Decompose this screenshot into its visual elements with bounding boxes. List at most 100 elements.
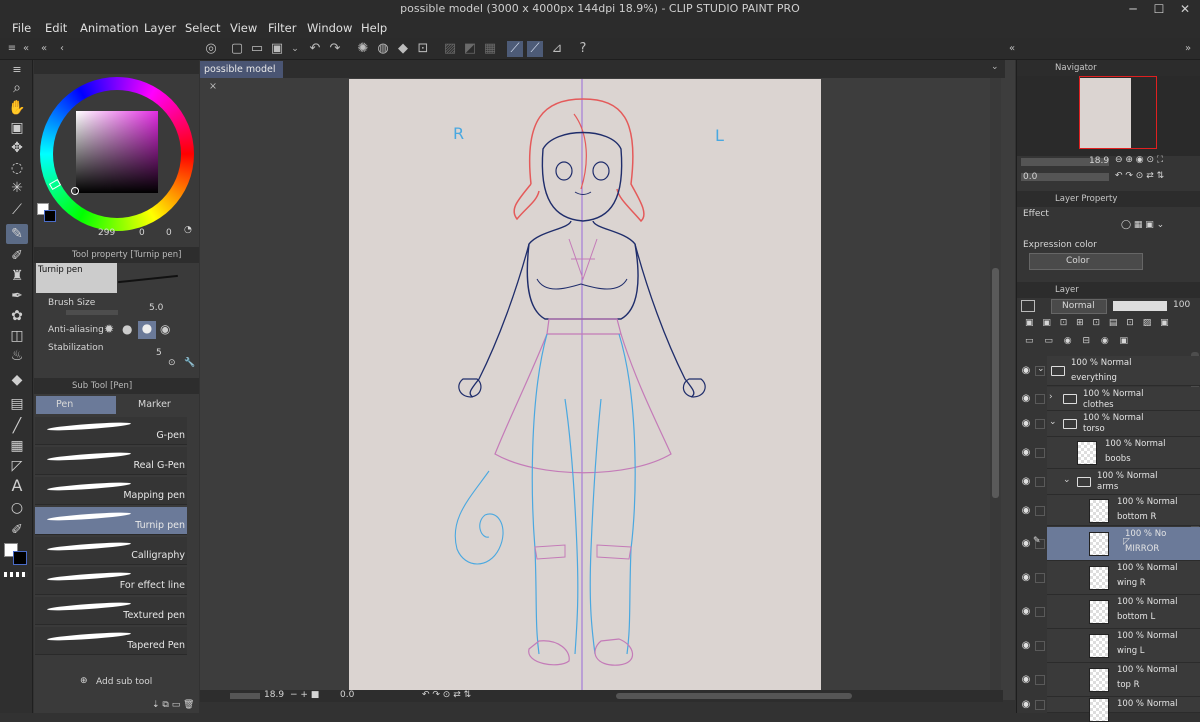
settings-icon[interactable]: ⊙ — [168, 358, 176, 368]
color-mode-icon[interactable]: ◔ — [184, 225, 192, 235]
menu-layer[interactable]: Layer — [144, 18, 176, 38]
chevron-down-icon[interactable]: ⌄ — [1037, 364, 1045, 374]
sub-tool-item[interactable]: For effect line — [35, 567, 187, 595]
eye-icon[interactable]: ◉ — [1019, 418, 1033, 429]
layer-row[interactable]: ◉ ⌄ 100 % Normal arms — [1022, 469, 1200, 495]
angle-value[interactable]: 0.0 — [340, 690, 354, 700]
collapse-right-icon-2[interactable]: » — [1180, 41, 1196, 57]
text-tool-icon[interactable]: A — [6, 476, 28, 496]
eyedropper-icon[interactable]: ⟋ — [6, 200, 28, 220]
canvas-paper[interactable]: R L — [349, 79, 821, 690]
layer-row[interactable]: ◉ 100 % Normal bottom R — [1022, 495, 1200, 526]
layer-row[interactable]: ◉ 100 % Normal bottom L — [1022, 595, 1200, 629]
menu-view[interactable]: View — [230, 18, 257, 38]
aa-weak-icon[interactable]: ● — [122, 322, 132, 336]
move-layer-icon[interactable]: ✥ — [6, 138, 28, 158]
figure-tool-icon[interactable]: ╱ — [6, 416, 28, 436]
layer-row[interactable]: ◉ 100 % Normal — [1022, 697, 1200, 722]
menu-animation[interactable]: Animation — [80, 18, 139, 38]
lock-toggle[interactable] — [1035, 394, 1045, 404]
eye-icon[interactable]: ◉ — [1019, 538, 1033, 549]
zoom-controls-icon[interactable]: − + ■ — [290, 690, 319, 700]
menu-help[interactable]: Help — [361, 18, 387, 38]
selection-icon[interactable]: ▦ — [482, 41, 498, 57]
add-sub-tool-label[interactable]: Add sub tool — [96, 677, 152, 687]
layer-row[interactable]: ◉ 100 % Normal boobs — [1022, 437, 1200, 469]
fill-tool-icon[interactable]: ◆ — [6, 370, 28, 390]
eraser-tool-icon[interactable]: ◫ — [6, 326, 28, 346]
maximize-icon[interactable]: ☐ — [1146, 0, 1172, 18]
layer-row[interactable]: ◉ 100 % Normal wing R — [1022, 561, 1200, 595]
chevron-left-icon[interactable]: ‹ — [54, 41, 70, 57]
ruler-tool-icon[interactable]: ◸ — [6, 456, 28, 476]
menu-filter[interactable]: Filter — [268, 18, 296, 38]
brush-tool-icon[interactable]: ♜ — [6, 266, 28, 286]
clear-icon[interactable]: ◍ — [375, 41, 391, 57]
chevron-right-icon[interactable]: › — [1049, 392, 1053, 402]
blend-tool-icon[interactable]: ♨ — [6, 346, 28, 366]
lock-toggle[interactable] — [1035, 505, 1045, 516]
transform-icon[interactable]: ⊡ — [415, 41, 431, 57]
sub-color-mini[interactable] — [44, 210, 56, 222]
pencil-tool-icon[interactable]: ✐ — [6, 246, 28, 266]
lock-toggle[interactable] — [1035, 675, 1045, 685]
eye-icon[interactable]: ◉ — [1019, 476, 1033, 487]
eye-icon[interactable]: ◉ — [1019, 365, 1033, 376]
crop-icon[interactable]: ◩ — [462, 41, 478, 57]
operation-tool-icon[interactable]: ▣ — [6, 118, 28, 138]
layer-toolbar-icons-2[interactable]: ▭ ▭ ◉ ⊟ ◉ ▣ — [1025, 336, 1132, 346]
help-icon[interactable]: ? — [575, 41, 591, 57]
navigator-zoom-value[interactable]: 18.9 — [1089, 156, 1109, 166]
document-tab-close[interactable]: × — [209, 81, 217, 92]
layer-row[interactable]: ◉ ⌄ 100 % Normal everything — [1022, 356, 1200, 386]
opacity-value[interactable]: 100 — [1173, 300, 1190, 310]
collapse-right-icon[interactable]: « — [1004, 41, 1020, 57]
eye-icon[interactable]: ◉ — [1019, 572, 1033, 583]
sub-tool-item[interactable]: Turnip pen — [35, 507, 187, 535]
tool-menu-icon[interactable]: ≡ — [6, 60, 28, 80]
fill-icon[interactable]: ◆ — [395, 41, 411, 57]
layer-toolbar-icons[interactable]: ▣ ▣ ⊡ ⊞ ⊡ ▤ ⊡ ▨ ▣ — [1025, 318, 1172, 328]
sub-color-swatch[interactable] — [13, 551, 27, 565]
aa-medium-icon[interactable]: ● — [138, 321, 156, 339]
navigator-rotate-icons[interactable]: ↶ ↷ ⊙ ⇄ ⇅ — [1115, 171, 1164, 181]
sub-tool-item[interactable]: Calligraphy — [35, 537, 187, 565]
lock-toggle[interactable] — [1035, 607, 1045, 617]
lasso-icon[interactable]: ◌ — [6, 158, 28, 178]
brush-size-slider[interactable] — [66, 310, 118, 315]
save-icon[interactable]: ▣ — [269, 41, 285, 57]
lock-toggle[interactable] — [1035, 700, 1045, 710]
redo-icon[interactable]: ↷ — [327, 41, 343, 57]
tab-dropdown-icon[interactable]: ⌄ — [991, 62, 999, 72]
eye-icon[interactable]: ◉ — [1019, 699, 1033, 710]
aa-strong-icon[interactable]: ◉ — [160, 322, 170, 336]
transparent-color-icon[interactable] — [4, 572, 28, 577]
sub-tool-footer-icons[interactable]: ⇣ ⧉ ▭ 🗑 — [152, 700, 194, 710]
color-picker-handle[interactable] — [71, 187, 79, 195]
menu-window[interactable]: Window — [307, 18, 352, 38]
pen-tool-icon[interactable]: ✎ — [6, 224, 28, 244]
eye-icon[interactable]: ◉ — [1019, 393, 1033, 404]
sub-tool-tab-marker[interactable]: Marker — [118, 396, 198, 414]
sub-tool-item[interactable]: Real G-Pen — [35, 447, 187, 475]
anti-aliasing-options[interactable]: ✹ ● ● ◉ — [104, 321, 184, 339]
open-file-icon[interactable]: ▭ — [249, 41, 265, 57]
zoom-slider[interactable] — [230, 693, 260, 699]
snap-grid-icon[interactable]: ⊿ — [549, 41, 565, 57]
layer-row[interactable]: ◉ 100 % Normal wing L — [1022, 629, 1200, 663]
navigator-zoom-icons[interactable]: ⊖ ⊕ ◉ ⊙ ⛶ — [1115, 155, 1163, 165]
brush-size-value[interactable]: 5.0 — [149, 303, 163, 313]
sub-tool-item[interactable]: G-pen — [35, 417, 187, 445]
wrench-icon[interactable]: 🔧 — [184, 358, 195, 368]
layer-color-icon[interactable] — [1021, 300, 1035, 312]
sub-tool-tab-pen[interactable]: Pen — [36, 396, 116, 414]
correct-line-tool-icon[interactable]: ✐ — [6, 520, 28, 540]
zoom-tool-icon[interactable]: ⌕ — [6, 78, 28, 98]
layer-row[interactable]: ◉ ✎ ◸ 100 % No MIRROR — [1022, 527, 1200, 561]
lock-toggle[interactable] — [1035, 641, 1045, 651]
chevron-down-icon[interactable]: ⌄ — [287, 41, 303, 57]
layer-row[interactable]: ◉ 100 % Normal top R — [1022, 663, 1200, 697]
menu-select[interactable]: Select — [185, 18, 220, 38]
add-sub-tool-icon[interactable]: ⊕ — [80, 676, 88, 686]
eye-icon[interactable]: ◉ — [1019, 674, 1033, 685]
